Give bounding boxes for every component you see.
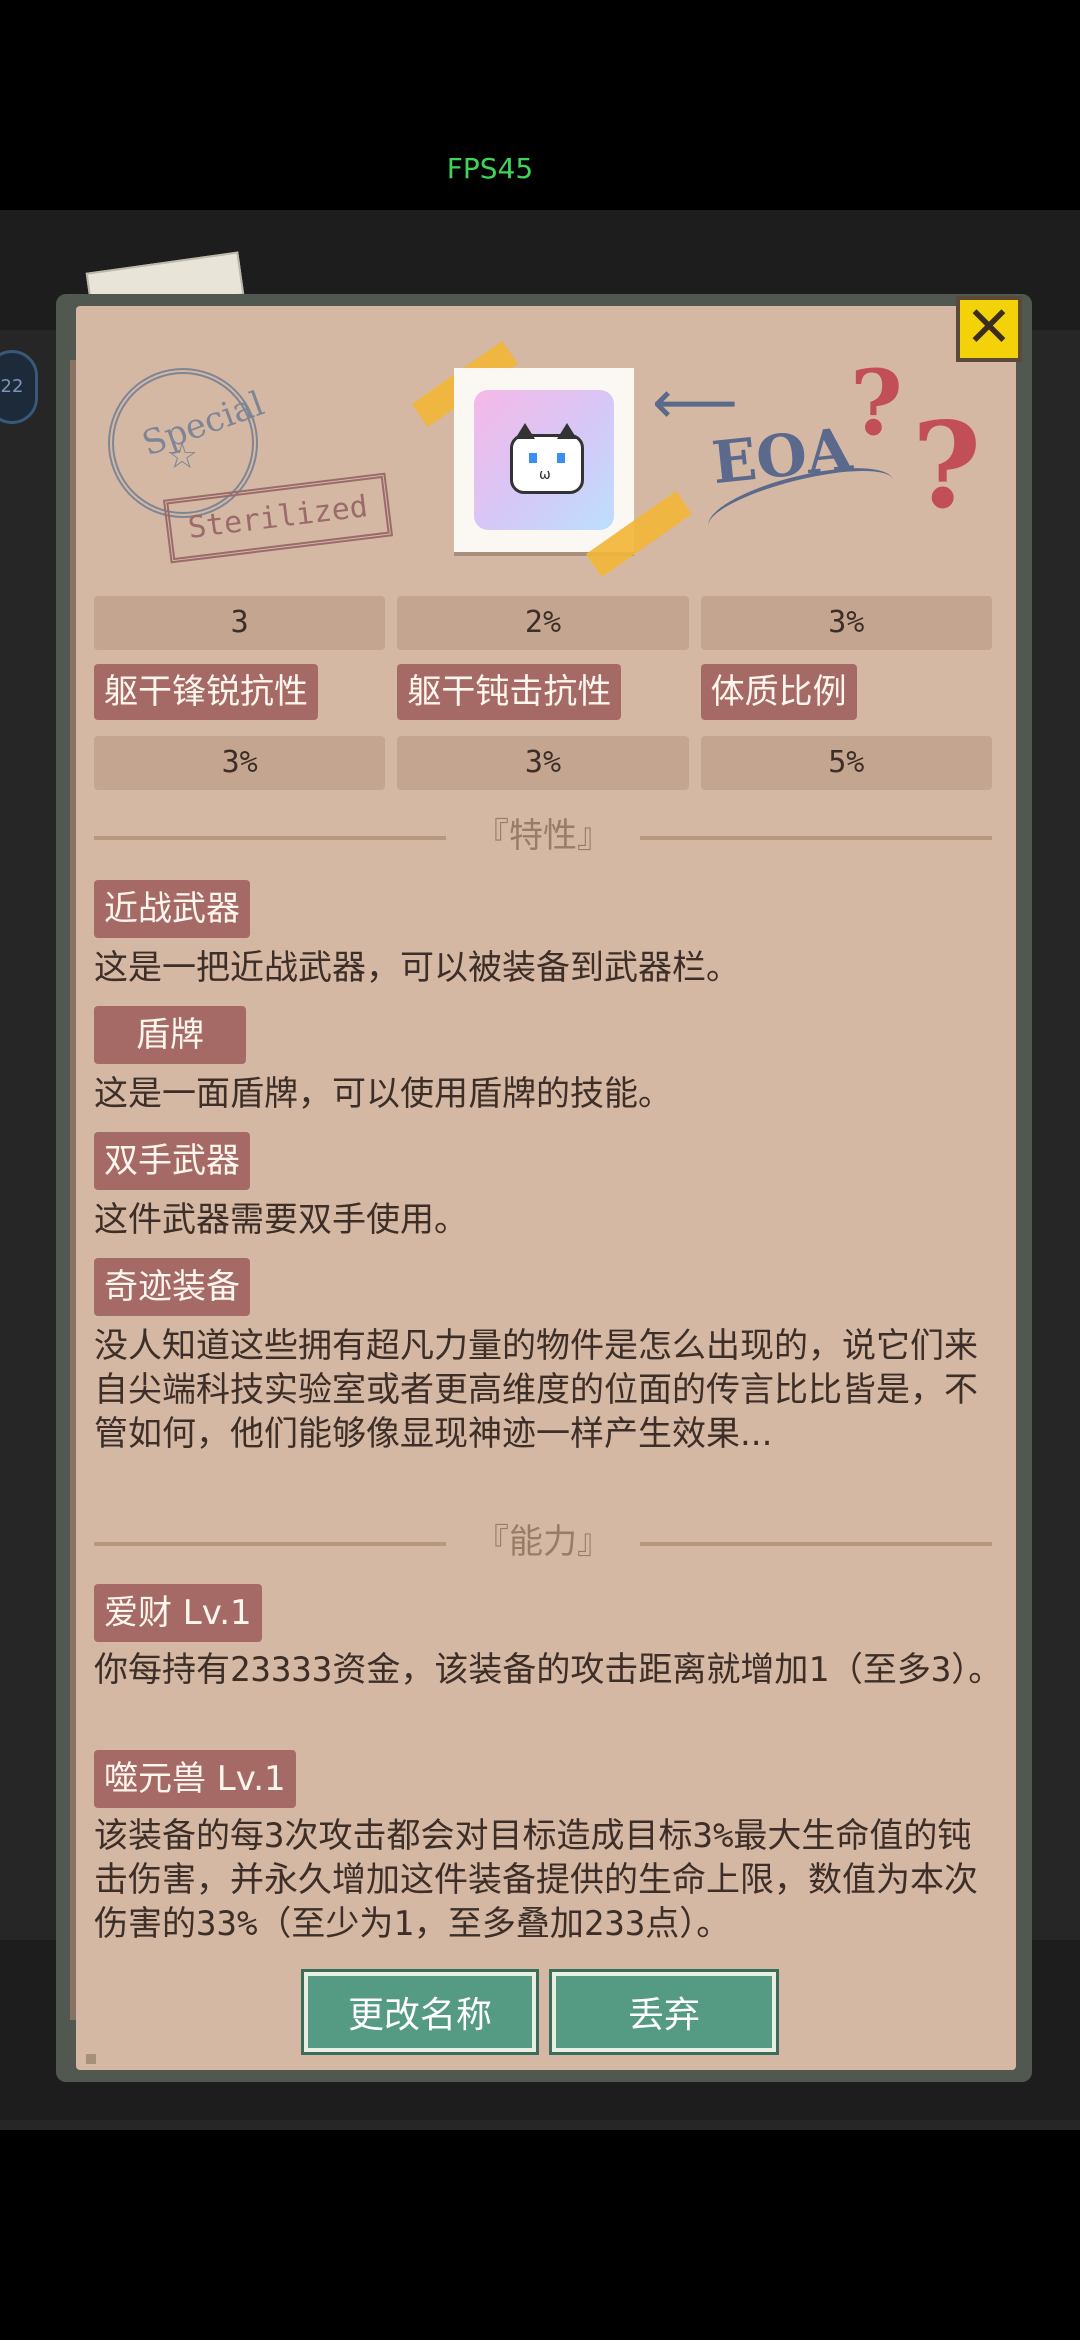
stat-labels-row: 躯干锋锐抗性 躯干钝击抗性 体质比例 (94, 664, 992, 720)
trait-description: 这是一面盾牌，可以使用盾牌的技能。 (94, 1074, 672, 1114)
ability-description: 你每持有23333资金，该装备的攻击距离就增加1（至多3）。 (94, 1650, 1003, 1690)
question-mark-icon: ? (850, 350, 903, 456)
cat-mouth: ω (539, 467, 551, 483)
discard-button[interactable]: 丢弃 (549, 1969, 779, 2055)
trait-item: 盾牌 这是一面盾牌，可以使用盾牌的技能。 (94, 1006, 1004, 1116)
rename-button[interactable]: 更改名称 (301, 1969, 539, 2055)
item-portrait: ω (454, 368, 634, 552)
cat-ear-left (515, 423, 535, 439)
ability-item: 噬元兽 Lv.1 该装备的每3次攻击都会对目标造成目标3%最大生命值的钝击伤害，… (94, 1750, 1004, 1946)
trait-description: 这件武器需要双手使用。 (94, 1200, 468, 1240)
stat-label-blunt-resistance: 躯干钝击抗性 (397, 664, 622, 720)
panel-edge (70, 360, 76, 2020)
stamp-text: Special (136, 383, 270, 465)
cat-ear-right (557, 423, 577, 439)
trait-item: 近战武器 这是一把近战武器，可以被装备到武器栏。 (94, 880, 1004, 990)
close-button[interactable]: ✕ (956, 296, 1022, 362)
star-icon: ☆ (166, 436, 199, 477)
stat-value: 3% (397, 736, 689, 790)
stat-label-constitution: 体质比例 (700, 664, 857, 720)
trait-description: 没人知道这些拥有超凡力量的物件是怎么出现的，说它们来自尖端科技实验室或者更高维度… (94, 1326, 978, 1454)
trait-item: 双手武器 这件武器需要双手使用。 (94, 1132, 1004, 1242)
stat-label-sharp-resistance: 躯干锋锐抗性 (94, 664, 318, 720)
ability-item: 爱财 Lv.1 你每持有23333资金，该装备的攻击距离就增加1（至多3）。 (94, 1584, 1004, 1692)
side-badge[interactable]: 22 (0, 350, 38, 424)
question-mark-icon: ? (912, 396, 982, 535)
traits-section-header: 『特性』 (94, 816, 992, 856)
stat-value: 3 (94, 596, 386, 650)
cat-face: ω (510, 423, 584, 494)
ability-label: 爱财 Lv.1 (94, 1584, 262, 1642)
ability-label: 噬元兽 Lv.1 (94, 1750, 296, 1808)
stat-value: 3% (94, 736, 386, 790)
trait-item: 奇迹装备 没人知道这些拥有超凡力量的物件是怎么出现的，说它们来自尖端科技实验室或… (94, 1258, 1004, 1456)
trait-label: 盾牌 (94, 1006, 246, 1064)
corner-decoration (86, 2054, 96, 2064)
traits-section-title: 『特性』 (475, 816, 611, 856)
stats-row-top: 3 2% 3% (94, 596, 992, 650)
stat-value: 3% (700, 596, 992, 650)
cat-icon: ω (474, 390, 614, 530)
ability-description: 该装备的每3次攻击都会对目标造成目标3%最大生命值的钝击伤害，并永久增加这件装备… (94, 1816, 978, 1944)
stat-value: 2% (397, 596, 689, 650)
abilities-section-header: 『能力』 (94, 1522, 992, 1562)
trait-label: 近战武器 (94, 880, 250, 938)
stats-row-bottom: 3% 3% 5% (94, 736, 992, 790)
abilities-section-title: 『能力』 (475, 1522, 611, 1562)
cat-eye-left (529, 453, 537, 463)
stat-value: 5% (700, 736, 992, 790)
cat-eye-right (557, 453, 565, 463)
fps-counter: FPS45 (446, 152, 534, 185)
trait-label: 双手武器 (94, 1132, 250, 1190)
trait-label: 奇迹装备 (94, 1258, 250, 1316)
trait-description: 这是一把近战武器，可以被装备到武器栏。 (94, 948, 740, 988)
